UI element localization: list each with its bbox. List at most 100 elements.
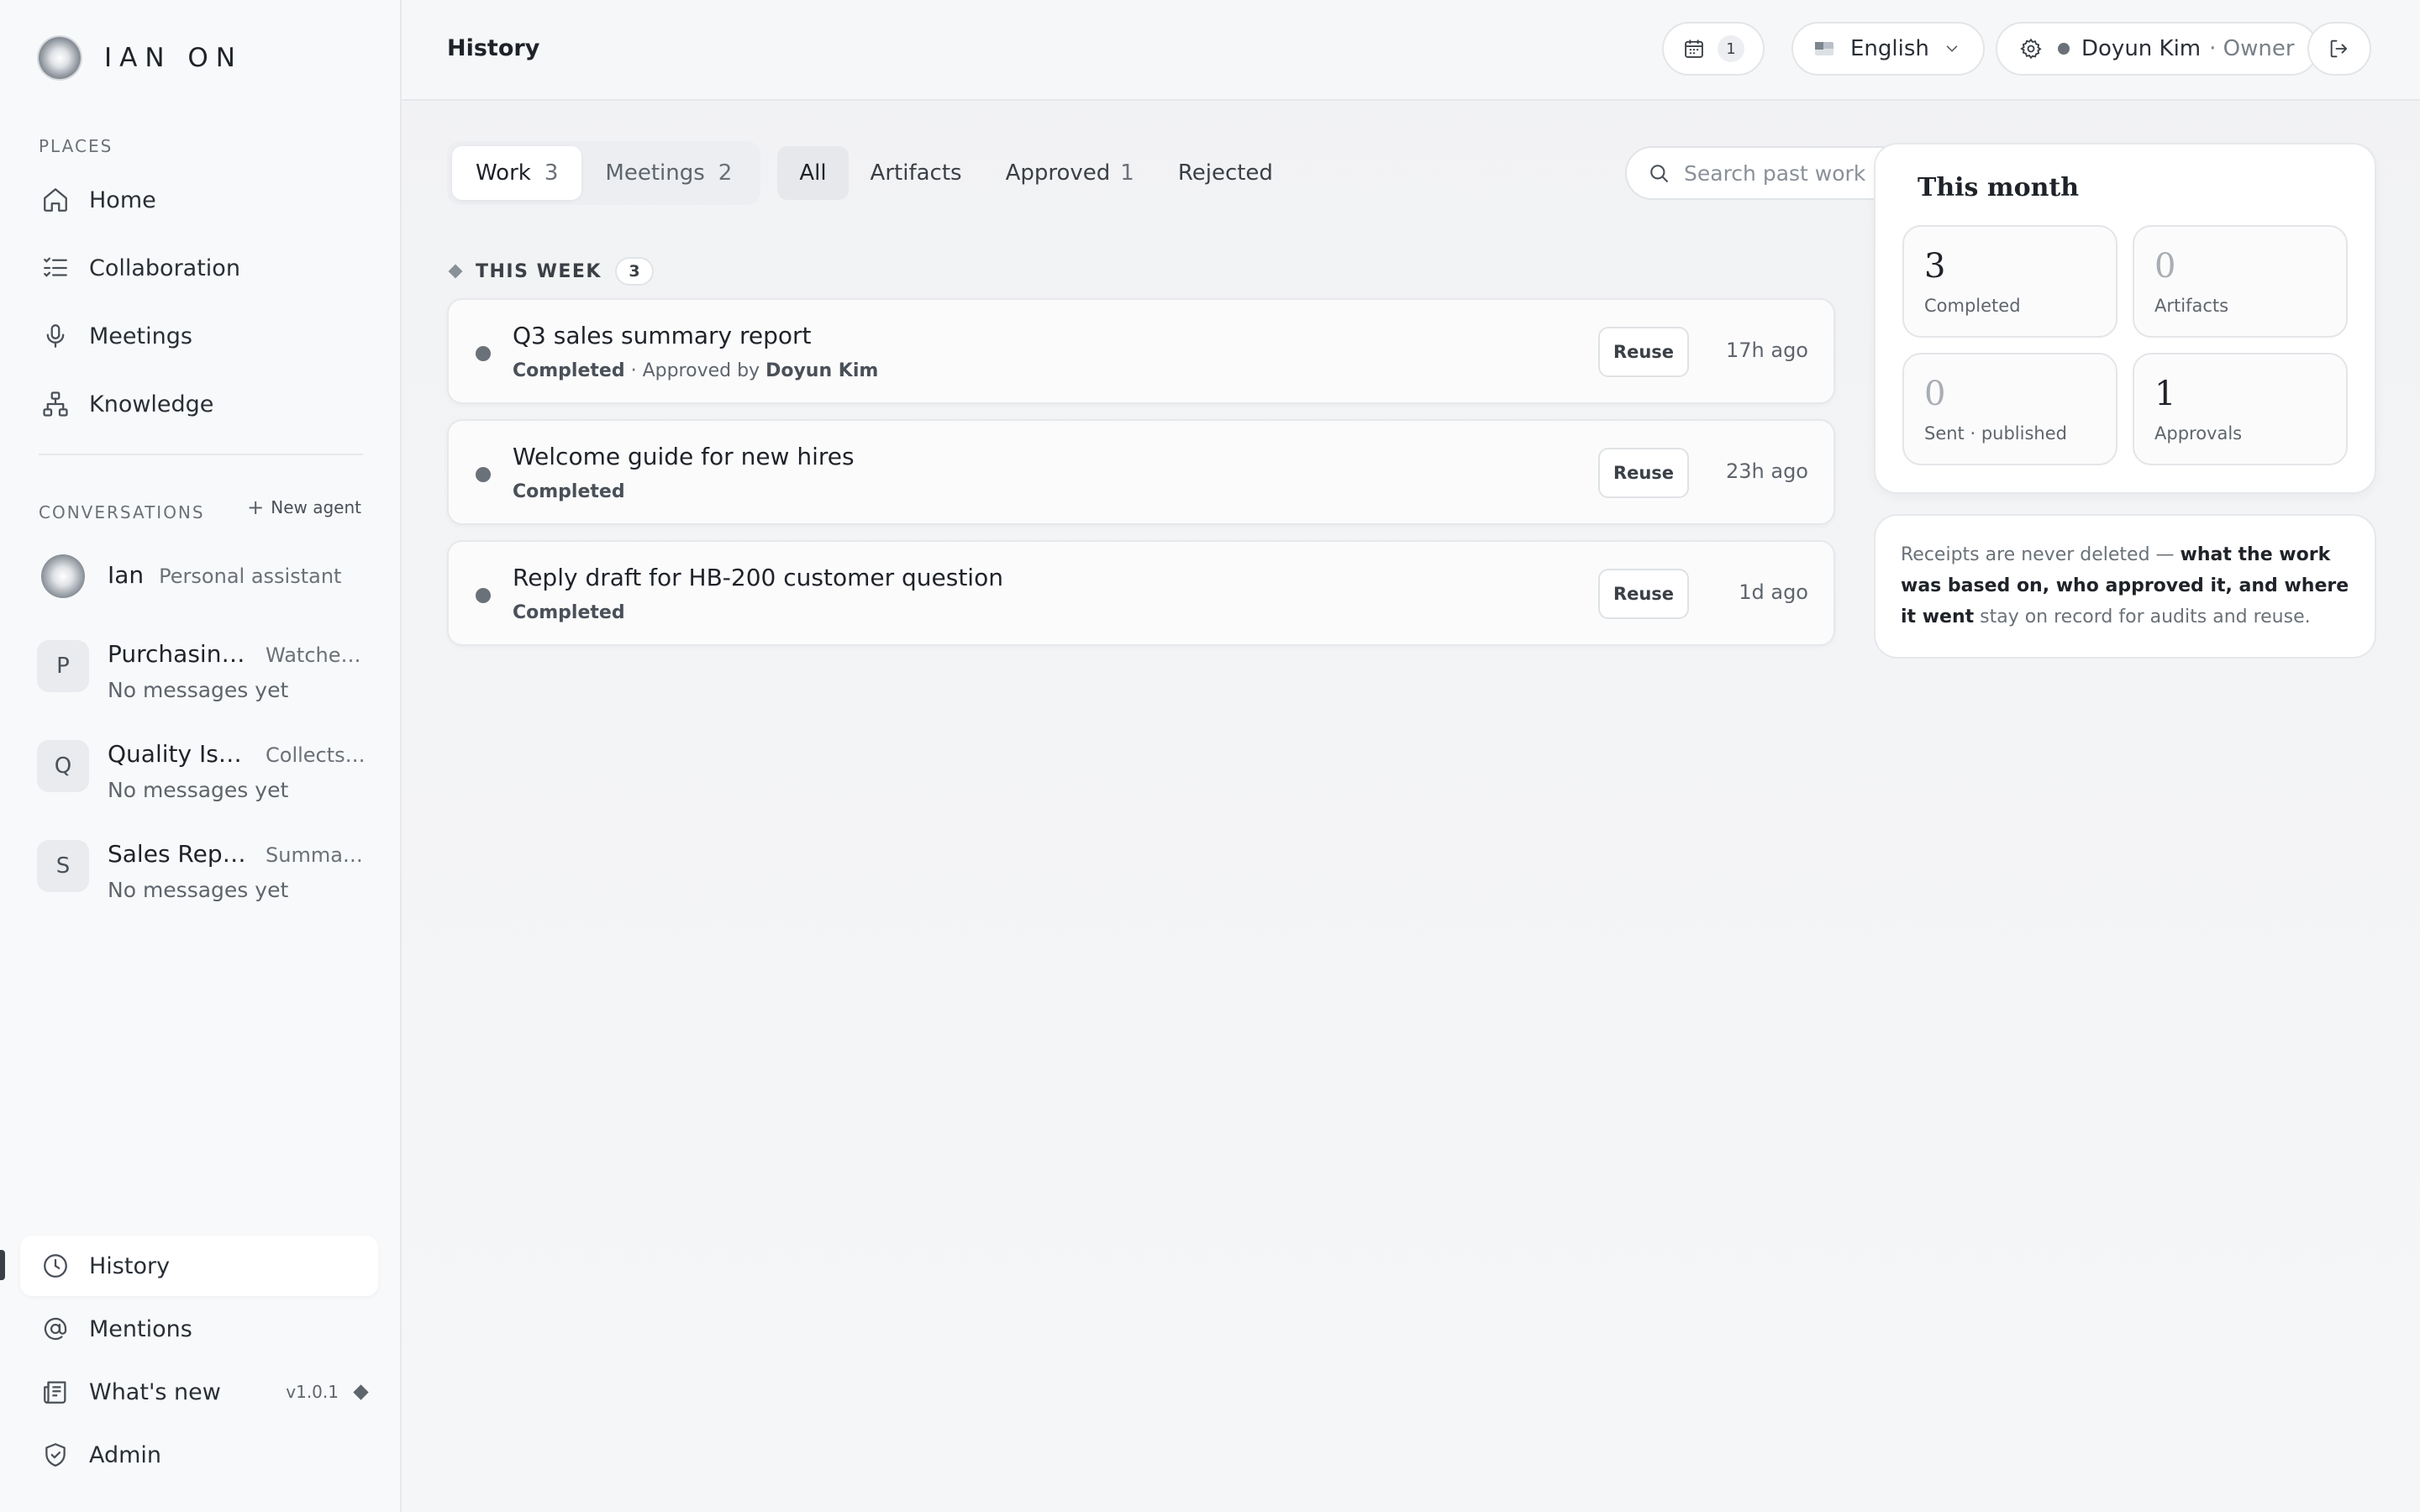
conversations-label: CONVERSATIONS [39,502,205,522]
status-dot [476,346,491,361]
version-text: v1.0.1 [286,1382,339,1402]
new-agent-label: New agent [271,497,361,517]
user-menu[interactable]: Doyun Kim · Owner [1996,22,2318,76]
nav-whats-new[interactable]: What's new v1.0.1 [20,1362,378,1422]
shield-check-icon [40,1440,71,1470]
calendar-icon [1682,37,1706,60]
gear-icon [2019,37,2043,60]
conversation-name: Ian [108,561,145,589]
user-name: Doyun Kim [2081,36,2202,61]
avatar: S [37,840,89,892]
calendar-button[interactable]: 1 [1662,22,1765,76]
home-icon [40,185,71,215]
history-item[interactable]: Q3 sales summary report Completed · Appr… [447,298,1835,404]
item-approved-prefix: · Approved by [624,360,766,381]
sidebar: IAN ON PLACES Home Collaboration Meeting… [0,0,402,1512]
stat-completed: 3 Completed [1902,225,2118,338]
stat-value: 0 [1924,375,1946,413]
nav-history[interactable]: History [20,1236,378,1296]
conversation-item-purchasing[interactable]: P Purchasing... Watches ... No messages … [37,640,373,702]
tab-meetings-label: Meetings [605,160,705,186]
receipts-note: Receipts are never deleted — what the wo… [1874,514,2376,659]
nav-admin-label: Admin [89,1441,162,1468]
item-title: Welcome guide for new hires [513,443,855,470]
item-meta: Completed [513,602,625,623]
conversation-item-sales[interactable]: S Sales Repo... Summari... No messages y… [37,840,373,902]
main-area: History 1 English Doyun Kim · Owner Work… [402,0,2420,1512]
section-count: 3 [614,257,654,286]
stat-value: 3 [1924,247,1946,286]
conversation-desc: Watches ... [266,643,368,667]
item-meta: Completed · Approved by Doyun Kim [513,360,878,381]
section-this-week: THIS WEEK 3 [448,257,654,286]
nav-knowledge[interactable]: Knowledge [20,374,378,434]
nav-home-label: Home [89,186,156,213]
conversation-desc: Personal assistant [159,564,342,588]
conversation-item-quality[interactable]: Q Quality Iss... Collects ... No message… [37,740,373,802]
tab-work[interactable]: Work 3 [452,146,582,200]
month-summary-card: This month 3 Completed 0 Artifacts 0 Sen… [1874,143,2376,494]
logout-button[interactable] [2307,22,2371,76]
brand[interactable]: IAN ON [39,37,243,79]
language-label: English [1850,36,1929,61]
nav-meetings[interactable]: Meetings [20,306,378,366]
assistant-avatar-icon [41,554,85,598]
nav-collaboration[interactable]: Collaboration [20,238,378,298]
section-label: THIS WEEK [476,260,602,282]
chevron-down-icon [1943,39,1961,58]
tab-bar: Work 3 Meetings 2 All Artifacts Approved… [447,141,1295,205]
language-select[interactable]: English [1791,22,1985,76]
item-time: 23h ago [1725,459,1808,483]
history-item[interactable]: Reply draft for HB-200 customer question… [447,540,1835,646]
reuse-button[interactable]: Reuse [1598,448,1689,498]
stat-sent-published: 0 Sent · published [1902,353,2118,465]
status-dot [476,467,491,482]
conversation-item-ian[interactable]: Ian Personal assistant [37,554,373,598]
tab-meetings[interactable]: Meetings 2 [581,146,755,200]
stat-label: Artifacts [2154,296,2229,316]
avatar: Q [37,740,89,792]
conversation-preview: No messages yet [108,778,289,802]
newspaper-icon [40,1377,71,1407]
item-status: Completed [513,481,625,502]
nav-mentions[interactable]: Mentions [20,1299,378,1359]
nav-meetings-label: Meetings [89,323,192,349]
reuse-button[interactable]: Reuse [1598,569,1689,619]
checklist-icon [40,253,71,283]
hierarchy-icon [40,389,71,419]
filter-artifacts-label: Artifacts [870,160,962,186]
nav-mentions-label: Mentions [89,1315,192,1342]
item-approved-by: Doyun Kim [765,360,879,381]
filter-rejected[interactable]: Rejected [1156,146,1295,200]
item-status: Completed [513,360,625,381]
note-pre: Receipts are never deleted — [1901,544,2181,565]
avatar: P [37,640,89,692]
nav-history-label: History [89,1252,171,1279]
item-title: Q3 sales summary report [513,322,812,349]
stat-label: Completed [1924,296,2021,316]
stat-value: 1 [2154,375,2176,413]
filter-artifacts[interactable]: Artifacts [849,146,984,200]
plus-icon: + [247,496,265,519]
page-title: History [447,35,540,61]
reuse-button[interactable]: Reuse [1598,327,1689,377]
filter-approved[interactable]: Approved 1 [984,146,1156,200]
nav-collaboration-label: Collaboration [89,255,240,281]
filter-approved-count: 1 [1120,160,1134,186]
history-item[interactable]: Welcome guide for new hires Completed Re… [447,419,1835,525]
new-agent-button[interactable]: + New agent [247,496,361,519]
conversation-desc: Collects ... [266,743,368,767]
section-diamond-icon [448,264,463,279]
places-label: PLACES [39,136,113,156]
flag-icon [1815,42,1833,55]
tab-meetings-count: 2 [718,160,733,186]
stat-approvals: 1 Approvals [2133,353,2348,465]
nav-knowledge-label: Knowledge [89,391,214,417]
conversation-preview: No messages yet [108,678,289,702]
conversation-desc: Summari... [266,843,368,867]
nav-admin[interactable]: Admin [20,1425,378,1485]
update-diamond-icon [353,1383,369,1400]
nav-home[interactable]: Home [20,170,378,230]
filter-all[interactable]: All [777,146,849,200]
at-icon [40,1314,71,1344]
